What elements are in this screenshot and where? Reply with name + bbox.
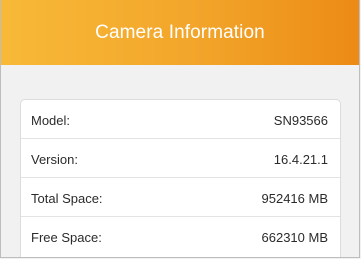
camera-information-window: Camera Information Model: SN93566 Versio… [0, 0, 360, 258]
model-value: SN93566 [273, 112, 328, 128]
model-label: Model: [31, 112, 71, 128]
info-row-version: Version: 16.4.21.1 [21, 139, 340, 179]
version-value: 16.4.21.1 [273, 151, 328, 167]
camera-info-card: Model: SN93566 Version: 16.4.21.1 Total … [20, 99, 341, 257]
info-row-model: Model: SN93566 [21, 100, 340, 140]
free-space-label: Free Space: [31, 229, 102, 245]
header-bar: Camera Information [1, 0, 359, 65]
total-space-label: Total Space: [31, 190, 103, 206]
free-space-value: 662310 MB [261, 229, 329, 245]
version-label: Version: [31, 151, 78, 167]
total-space-value: 952416 MB [261, 190, 329, 206]
info-row-free-space: Free Space: 662310 MB [21, 217, 340, 257]
info-row-total-space: Total Space: 952416 MB [21, 178, 340, 218]
page-title: Camera Information [95, 21, 265, 43]
